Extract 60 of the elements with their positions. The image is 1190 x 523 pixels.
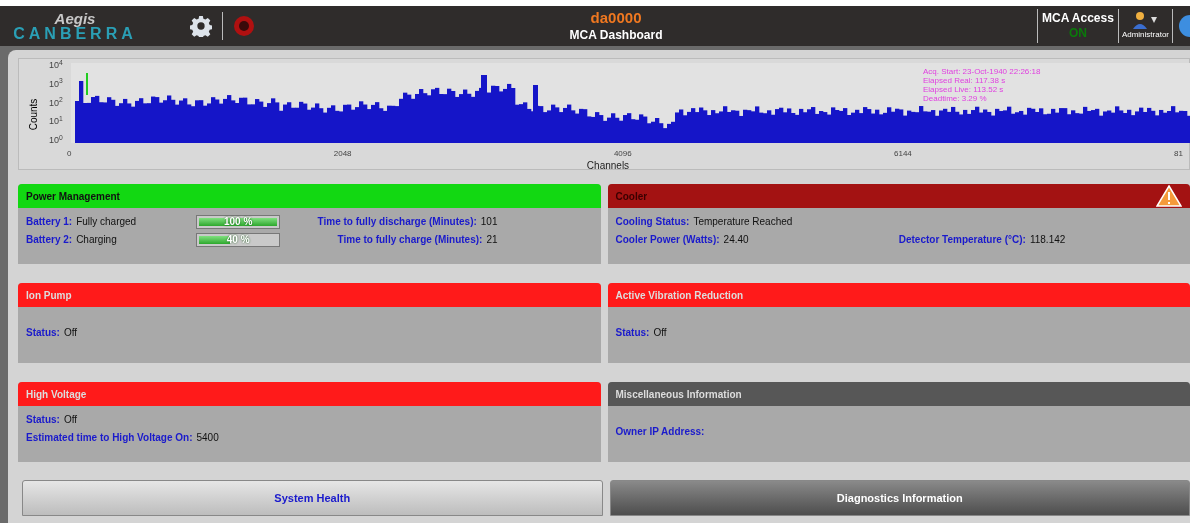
tick-label: 10$^{3}$ [49, 79, 64, 89]
panel-title: Cooler [615, 189, 648, 204]
record-icon[interactable] [233, 15, 255, 37]
field-value: 101 [480, 215, 498, 229]
tick-label: 10$^{0}$ [49, 136, 64, 145]
axis-label: Counts [27, 98, 41, 130]
help-icon[interactable] [1178, 14, 1190, 38]
field-value: 118.142 [1029, 233, 1066, 247]
field-label: Time to fully discharge (Minutes): [317, 215, 477, 229]
panel-title: Power Management [26, 189, 120, 204]
tick-label: 2048 [333, 148, 352, 160]
logo-text: Aegis [54, 10, 96, 26]
access-label: MCA Access [1042, 11, 1114, 26]
info-text: Elapsed Real: 117.38 s [923, 76, 1007, 85]
user-role: Administrator [1121, 29, 1169, 41]
field-value: 24.40 [723, 233, 749, 247]
panel-title: Ion Pump [26, 288, 72, 303]
settings-icon[interactable] [190, 15, 212, 37]
axis-label: Channels [586, 159, 630, 173]
logo-text: CANBERRA [13, 25, 137, 42]
access-state: ON [1068, 26, 1087, 41]
field-value: 5400 [196, 431, 219, 445]
field-value: Charging [76, 233, 118, 247]
field-label: Cooler Power (Watts): [615, 233, 720, 247]
page-title: MCA Dashboard [569, 27, 663, 43]
field-value: Off [653, 325, 667, 340]
panel-title: Miscellaneous Information [615, 387, 742, 402]
field-value: Off [63, 413, 78, 427]
nav-button[interactable]: Diagnostics Information [609, 480, 1190, 516]
field-value: 21 [486, 233, 498, 247]
device-name: da0000 [590, 9, 642, 28]
field-label: Owner IP Address: [615, 424, 705, 439]
tick-label: 10$^{4}$ [49, 61, 64, 70]
nav-button[interactable]: System Health [22, 480, 603, 516]
meter-reading: 100 % [222, 215, 254, 228]
field-label: Status: [26, 413, 60, 427]
info-text: Deadtime: 3.29 % [923, 94, 988, 103]
field-label: Battery 2: [26, 233, 73, 247]
panel-title: High Voltage [26, 387, 87, 402]
field-label: Cooling Status: [615, 215, 690, 229]
tick-label: 6144 [894, 148, 912, 160]
user-menu[interactable]: Administrator [1118, 11, 1172, 41]
field-label: Battery 1: [26, 215, 73, 229]
field-label: Status: [26, 325, 60, 340]
tick-label: 10$^{1}$ [49, 117, 64, 127]
user-icon [1132, 11, 1159, 29]
tick-label: 4096 [613, 148, 632, 160]
field-label: Status: [615, 325, 650, 340]
field-label: Estimated time to High Voltage On: [26, 431, 193, 445]
info-text: Elapsed Live: 113.52 s [923, 85, 1005, 94]
field-value: Off [63, 325, 78, 340]
panel-title: Active Vibration Reduction [615, 288, 744, 303]
field-label: Time to fully charge (Minutes): [337, 233, 483, 247]
field-value: Temperature Reached [693, 215, 793, 229]
field-value: Fully charged [76, 215, 138, 229]
info-text: Acq. Start: 23-Oct-1940 22:26:18 [923, 67, 1041, 76]
tick-label: 10$^{2}$ [49, 98, 64, 108]
tick-label: 0 [67, 148, 72, 160]
tick-label: 81 [1174, 148, 1183, 160]
field-label: Detector Temperature (°C): [898, 233, 1026, 247]
